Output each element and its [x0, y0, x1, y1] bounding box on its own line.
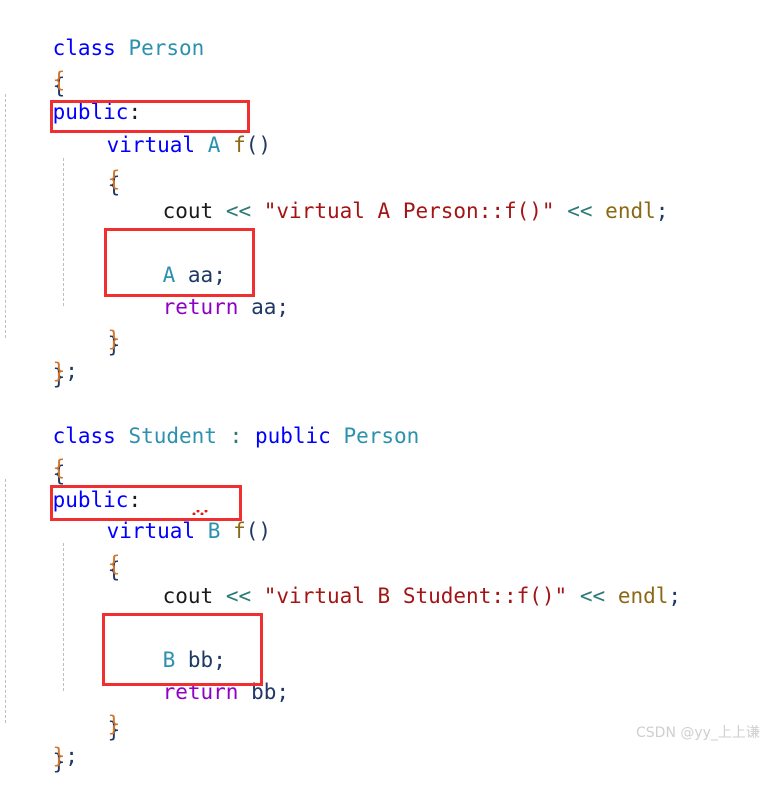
variable-aa: aa [187, 263, 214, 287]
paren-close: ) [258, 133, 272, 157]
keyword-public: public [52, 100, 129, 124]
string-literal-person-f: "virtual A Person::f()" [263, 199, 555, 223]
brace-close-student: } [52, 744, 66, 768]
semicolon: ; [668, 584, 682, 608]
keyword-class-student: class [52, 424, 116, 448]
semicolon: ; [213, 648, 226, 672]
string-literal-student-f: "virtual B Student::f()" [263, 584, 568, 608]
code-line-22[interactable]: } [57, 676, 121, 736]
brace-close-f-student: } [107, 712, 121, 736]
function-name-f-student: f [233, 519, 246, 543]
brace-close-f-person: } [107, 327, 121, 351]
paren-open: ( [245, 519, 259, 543]
stream-insert-op-4: << [579, 584, 606, 608]
code-line-6[interactable]: cout << "virtual A Person::f()" << endl; [112, 163, 669, 223]
variable-bb: bb [187, 648, 214, 672]
code-line-10[interactable]: } [57, 291, 121, 351]
code-line-23[interactable]: }; [2, 708, 78, 768]
paren-close: ) [258, 519, 272, 543]
brace-open-person: { [52, 68, 66, 92]
type-b-decl: B [162, 648, 176, 672]
keyword-return-bb: return [162, 680, 239, 704]
type-person: Person [128, 36, 205, 60]
code-line-1[interactable]: class Person [2, 0, 205, 60]
code-line-8[interactable]: A aa; [112, 227, 226, 287]
colon-after-public: : [128, 100, 142, 124]
type-student: Student [128, 424, 217, 448]
colon-after-public: : [128, 488, 142, 512]
stream-insert-op-2: << [567, 199, 593, 223]
return-type-a: A [207, 133, 221, 157]
semicolon: ; [213, 263, 226, 287]
ident-endl-person: endl [605, 199, 656, 223]
error-squiggle-icon [192, 510, 208, 515]
keyword-class: class [52, 36, 116, 60]
base-type-person: Person [343, 424, 420, 448]
csdn-watermark: CSDN @yy_上上谦 [636, 725, 760, 741]
variable-bb-returned: bb [251, 680, 277, 704]
keyword-virtual-a: virtual [106, 133, 196, 157]
code-line-19-blank[interactable] [112, 580, 125, 612]
brace-open-student: { [52, 456, 66, 480]
brace-open-f-person: { [107, 167, 121, 191]
brace-close-person: } [52, 359, 66, 383]
semicolon: ; [65, 744, 78, 768]
brace-open-f-student: { [107, 552, 121, 576]
paren-open: ( [245, 133, 259, 157]
return-type-b: B [207, 519, 221, 543]
semicolon: ; [655, 199, 669, 223]
inheritance-colon: : [229, 424, 243, 448]
code-line-20[interactable]: B bb; [112, 612, 226, 672]
code-line-18[interactable]: cout << "virtual B Student::f()" << endl… [112, 548, 681, 608]
semicolon: ; [276, 680, 290, 704]
code-line-7-blank[interactable] [112, 195, 125, 227]
code-line-12-blank[interactable] [2, 355, 15, 387]
ident-cout-person: cout [162, 199, 214, 223]
code-line-13[interactable]: class Student : public Person [2, 388, 420, 448]
code-line-11[interactable]: }; [2, 323, 78, 383]
code-editor-canvas: class Person { public: virtual A f() { c… [0, 0, 779, 768]
keyword-public-student: public [52, 488, 129, 512]
ident-cout-student: cout [162, 584, 214, 608]
code-line-15[interactable]: public: [2, 452, 142, 512]
stream-insert-op-1: << [225, 199, 252, 223]
stream-insert-op-3: << [225, 584, 252, 608]
semicolon: ; [276, 295, 290, 319]
function-name-f-person: f [233, 133, 246, 157]
type-a-decl: A [162, 263, 176, 287]
keyword-virtual-b: virtual [106, 519, 196, 543]
code-line-3[interactable]: public: [2, 64, 142, 124]
variable-aa-returned: aa [251, 295, 277, 319]
ident-endl-student: endl [617, 584, 669, 608]
keyword-return-aa: return [162, 295, 239, 319]
semicolon: ; [65, 359, 78, 383]
keyword-public-inherit: public [254, 424, 331, 448]
